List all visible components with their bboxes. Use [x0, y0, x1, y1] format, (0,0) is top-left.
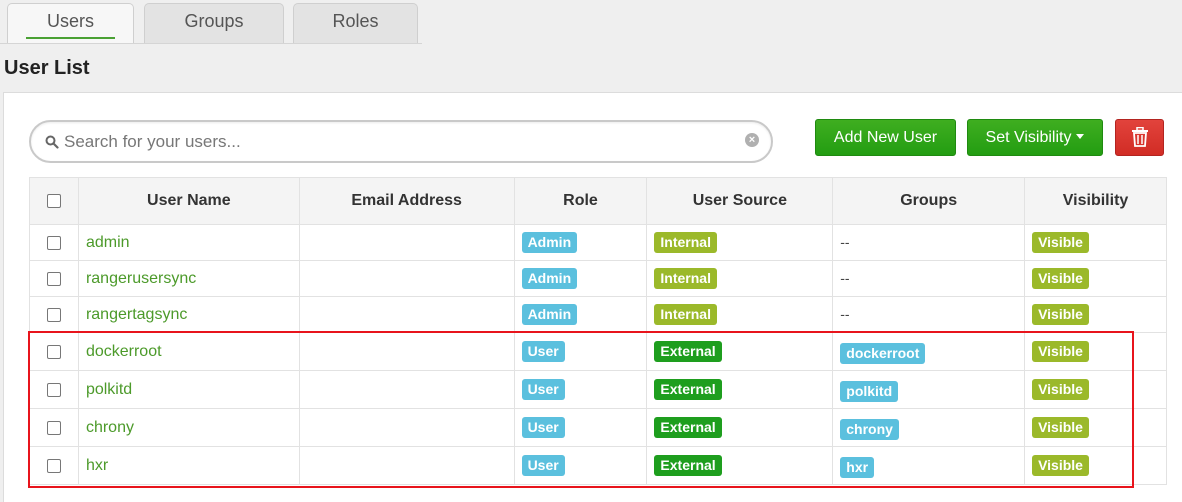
email-cell: [298, 296, 515, 333]
groups-empty: --: [840, 305, 850, 322]
table-header-row: User Name Email Address Role User Source…: [29, 177, 1167, 225]
row-checkbox[interactable]: [46, 382, 61, 397]
email-cell: [298, 446, 515, 485]
email-cell: [298, 332, 515, 371]
tab-divider: [0, 43, 422, 44]
tab-roles[interactable]: Roles: [293, 3, 418, 43]
table-row: admin Admin Internal -- Visible: [29, 224, 1167, 261]
visibility-badge: Visible: [1032, 232, 1089, 253]
source-badge: Internal: [654, 304, 717, 325]
header-user-name: User Name: [77, 177, 300, 225]
row-checkbox[interactable]: [46, 458, 61, 473]
select-all-cell[interactable]: [29, 177, 79, 225]
tab-groups-label: Groups: [184, 11, 244, 31]
delete-button[interactable]: [1115, 119, 1164, 156]
visibility-badge: Visible: [1032, 379, 1089, 400]
group-badge: polkitd: [840, 381, 899, 402]
tab-users-label: Users: [46, 11, 94, 31]
table-row: rangertagsync Admin Internal -- Visible: [29, 296, 1167, 333]
header-email-address: Email Address: [298, 177, 515, 225]
header-user-source: User Source: [646, 177, 834, 225]
row-checkbox[interactable]: [46, 307, 61, 322]
users-table: User Name Email Address Role User Source…: [29, 177, 1167, 485]
email-cell: [298, 370, 515, 409]
email-cell: [298, 260, 515, 297]
select-all-checkbox[interactable]: [46, 194, 61, 208]
role-badge: Admin: [521, 268, 578, 289]
trash-icon: [1131, 126, 1148, 147]
table-row: rangerusersync Admin Internal -- Visible: [29, 260, 1167, 297]
tab-users[interactable]: Users: [7, 3, 134, 43]
row-checkbox[interactable]: [46, 271, 61, 286]
row-checkbox[interactable]: [46, 344, 61, 359]
user-name-link[interactable]: chrony: [86, 419, 134, 436]
active-tab-indicator: [26, 37, 115, 39]
search-icon: [45, 135, 59, 149]
set-visibility-button[interactable]: Set Visibility: [967, 119, 1103, 156]
visibility-badge: Visible: [1032, 304, 1089, 325]
source-badge: External: [654, 455, 722, 476]
visibility-badge: Visible: [1032, 268, 1089, 289]
row-checkbox[interactable]: [46, 420, 61, 435]
table-row: polkitd User External polkitd Visible: [29, 370, 1167, 409]
row-checkbox[interactable]: [46, 235, 61, 250]
role-badge: Admin: [521, 304, 578, 325]
search-input[interactable]: [64, 129, 744, 155]
role-badge: Admin: [521, 232, 578, 253]
role-badge: User: [521, 341, 565, 362]
visibility-badge: Visible: [1032, 341, 1089, 362]
source-badge: External: [654, 417, 722, 438]
table-row: dockerroot User External dockerroot Visi…: [29, 332, 1167, 371]
source-badge: Internal: [654, 268, 717, 289]
group-badge: hxr: [840, 457, 875, 478]
tab-roles-label: Roles: [332, 11, 379, 31]
add-new-user-button[interactable]: Add New User: [815, 119, 956, 156]
search-box[interactable]: ×: [29, 120, 773, 163]
groups-empty: --: [840, 233, 850, 250]
role-badge: User: [521, 417, 565, 438]
visibility-badge: Visible: [1032, 455, 1089, 476]
user-name-link[interactable]: rangertagsync: [86, 306, 187, 323]
user-name-link[interactable]: polkitd: [86, 381, 132, 398]
source-badge: External: [654, 341, 722, 362]
clear-icon[interactable]: ×: [745, 133, 759, 147]
group-badge: chrony: [840, 419, 899, 440]
email-cell: [298, 224, 515, 261]
user-name-link[interactable]: hxr: [86, 457, 108, 474]
source-badge: Internal: [654, 232, 717, 253]
role-badge: User: [521, 379, 565, 400]
caret-down-icon: [1076, 134, 1085, 139]
page-title: User List: [4, 57, 90, 79]
tab-groups[interactable]: Groups: [144, 3, 284, 43]
add-new-user-label: Add New User: [833, 129, 938, 146]
user-name-link[interactable]: admin: [86, 234, 130, 251]
header-groups: Groups: [832, 177, 1026, 225]
user-name-link[interactable]: rangerusersync: [86, 270, 196, 287]
groups-empty: --: [840, 269, 850, 286]
header-role: Role: [513, 177, 648, 225]
role-badge: User: [521, 455, 565, 476]
visibility-badge: Visible: [1032, 417, 1089, 438]
header-visibility: Visibility: [1024, 177, 1167, 225]
user-name-link[interactable]: dockerroot: [86, 343, 162, 360]
group-badge: dockerroot: [840, 343, 926, 364]
set-visibility-label: Set Visibility: [985, 129, 1072, 146]
source-badge: External: [654, 379, 722, 400]
table-row: hxr User External hxr Visible: [29, 446, 1167, 485]
email-cell: [298, 408, 515, 447]
table-row: chrony User External chrony Visible: [29, 408, 1167, 447]
